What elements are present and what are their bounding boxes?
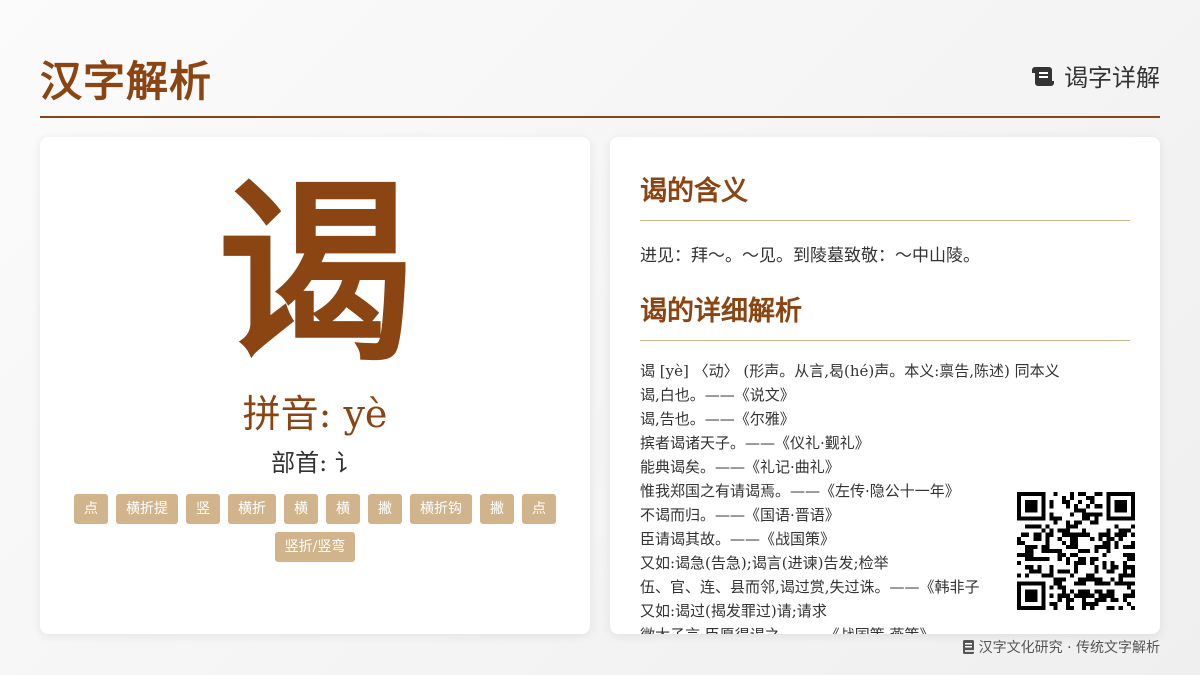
footer: 汉字文化研究 · 传统文字解析 [962,637,1160,657]
header-subtitle-text: 谒字详解 [1064,64,1160,92]
meaning-heading: 谒的含义 [640,169,1130,221]
meaning-text: 进见：拜～。～见。到陵墓致敬：～中山陵。 [640,246,980,266]
stroke-tag: 横折提 [116,494,178,524]
detail-line: 能典谒矣。——《礼记·曲礼》 [640,458,840,476]
stroke-list: 点 横折提 竖 横折 横 横 撇 横折钩 撇 点 竖折/竖弯 [70,494,560,562]
detail-line: 摈者谒诸天子。——《仪礼·觐礼》 [640,434,870,452]
page-header: 汉字解析 谒字详解 [40,40,1160,118]
pinyin-label: 拼音: yè [242,392,388,436]
stroke-tag: 撇 [480,494,514,524]
radical-label: 部首: 讠 [271,449,359,477]
detail-line: 谒 [yè] 〈动〉 (形声。从言,曷(hé)声。本义:禀告,陈述) 同本义 [640,362,1060,380]
stroke-tag: 横折 [228,494,276,524]
stroke-tag: 横折钩 [410,494,472,524]
qr-code [1017,492,1135,610]
detail-line: 谒,告也。——《尔雅》 [640,410,795,428]
stroke-tag: 撇 [368,494,402,524]
stroke-tag: 点 [522,494,556,524]
page-title: 汉字解析 [40,57,213,106]
character-glyph: 谒 [216,161,413,389]
header-subtitle: 谒字详解 [1030,58,1160,93]
stroke-tag: 横 [284,494,318,524]
footer-text: 汉字文化研究 · 传统文字解析 [978,640,1160,656]
explanation-card[interactable]: 谒的含义 进见：拜～。～见。到陵墓致敬：～中山陵。 谒的详细解析 谒 [yè] … [610,137,1160,634]
detail-heading: 谒的详细解析 [640,289,1130,341]
stroke-tag: 竖折/竖弯 [274,532,356,562]
character-card: 谒 拼音: yè 部首: 讠 点 横折提 竖 横折 横 横 撇 横折钩 撇 点 … [40,137,590,634]
detail-line: 微太子言,臣愿得谒之。——《战国策·燕策》 [640,623,1130,634]
stroke-tag: 竖 [186,494,220,524]
book-icon [962,640,974,654]
scroll-icon [1032,66,1054,86]
stroke-tag: 横 [326,494,360,524]
stroke-tag: 点 [74,494,108,524]
detail-line: 谒,白也。——《说文》 [640,386,795,404]
